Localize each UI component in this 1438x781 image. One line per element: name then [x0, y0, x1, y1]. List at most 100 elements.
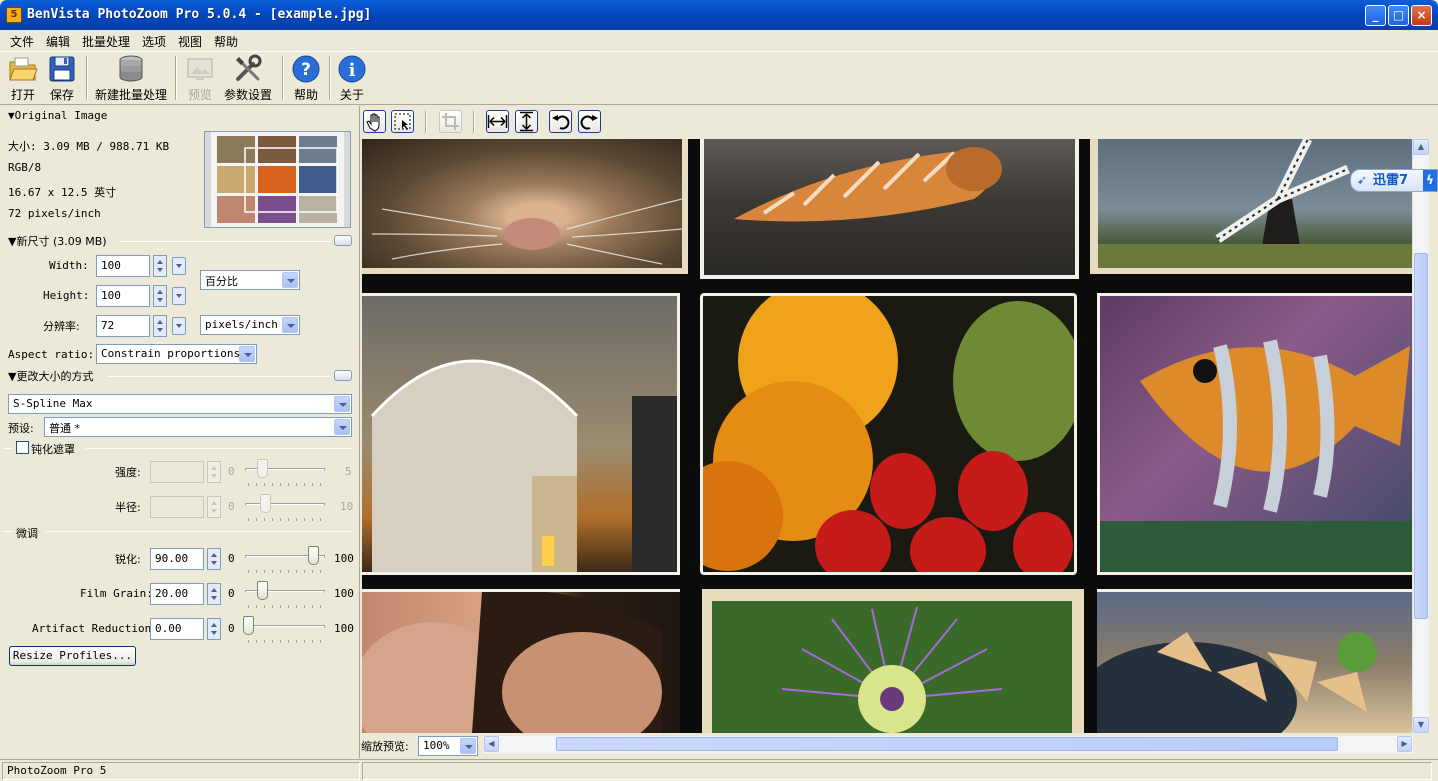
- settings-panel: ▼Original Image 大小: 3.09 MB / 988.71 KB …: [0, 106, 360, 758]
- chevron-down-icon: [282, 317, 298, 333]
- radius-slider-thumb[interactable]: [260, 494, 271, 513]
- width-spinner[interactable]: [153, 255, 167, 277]
- new-size-collapse-button[interactable]: [334, 235, 352, 246]
- view-toolbar: [361, 106, 1438, 138]
- scroll-up-button[interactable]: ▲: [1413, 139, 1429, 155]
- film-grain-slider-thumb[interactable]: [257, 581, 268, 600]
- resolution-spinner[interactable]: [153, 315, 167, 337]
- height-input[interactable]: 100: [96, 285, 150, 307]
- strength-slider-thumb[interactable]: [257, 459, 268, 478]
- slider-ticks: [248, 605, 324, 608]
- width-input[interactable]: 100: [96, 255, 150, 277]
- menu-options[interactable]: 选项: [142, 33, 166, 50]
- zoom-select[interactable]: 100%: [418, 736, 478, 756]
- observatory-shape: [370, 359, 677, 572]
- height-spinner[interactable]: [153, 285, 167, 307]
- artifact-reduction-input[interactable]: 0.00: [150, 618, 204, 640]
- resize-method-collapse-button[interactable]: [334, 370, 352, 381]
- slider-ticks: [248, 483, 324, 486]
- slider-ticks: [248, 518, 324, 521]
- height-menu-button[interactable]: [172, 287, 186, 305]
- food-shape: [1097, 632, 1377, 733]
- rotate-left-button[interactable]: [549, 110, 572, 133]
- sharpen-input[interactable]: 90.00: [150, 548, 204, 570]
- question-icon: ?: [292, 55, 320, 83]
- preset-select[interactable]: 普通 *: [44, 417, 352, 437]
- vertical-scroll-thumb[interactable]: [1414, 253, 1428, 619]
- width-menu-button[interactable]: [172, 257, 186, 275]
- scroll-down-button[interactable]: ▼: [1413, 717, 1429, 733]
- image-preview-canvas[interactable]: [362, 139, 1412, 733]
- strength-input[interactable]: [150, 461, 204, 483]
- radius-min: 0: [228, 500, 235, 513]
- marquee-tool-button[interactable]: [391, 110, 414, 133]
- artifact-reduction-label: Artifact Reduction:: [32, 622, 158, 635]
- artifact-reduction-slider-thumb[interactable]: [243, 616, 254, 635]
- menu-file[interactable]: 文件: [10, 33, 34, 50]
- open-button[interactable]: 打开: [6, 54, 40, 102]
- unsharp-mask-checkbox[interactable]: [16, 441, 29, 454]
- about-button[interactable]: i 关于: [336, 54, 368, 102]
- crop-tool-button[interactable]: [439, 110, 462, 133]
- sharpen-slider-thumb[interactable]: [308, 546, 319, 565]
- sharpen-spinner[interactable]: [207, 548, 221, 570]
- database-icon: [119, 55, 143, 82]
- resize-method-select[interactable]: S-Spline Max: [8, 394, 352, 414]
- rotate-left-icon: [552, 115, 570, 130]
- scroll-left-button[interactable]: ◀: [484, 736, 499, 752]
- windmill-shape: [1098, 139, 1412, 268]
- resolution-input[interactable]: 72: [96, 315, 150, 337]
- windmill-photo: [1090, 139, 1412, 274]
- new-size-header[interactable]: ▼新尺寸 (3.09 MB): [8, 233, 107, 249]
- divider: [45, 531, 352, 532]
- resolution-unit-select[interactable]: pixels/inch: [200, 315, 300, 335]
- menu-batch[interactable]: 批量处理: [82, 33, 130, 50]
- size-unit-select[interactable]: 百分比: [200, 270, 300, 290]
- resize-method-header[interactable]: ▼更改大小的方式: [8, 368, 93, 384]
- aspect-ratio-select[interactable]: Constrain proportions: [96, 344, 257, 364]
- rotate-right-button[interactable]: [578, 110, 601, 133]
- artifact-reduction-slider-track[interactable]: [245, 625, 325, 628]
- horizontal-scrollbar[interactable]: ◀ ▶: [484, 736, 1413, 753]
- artifact-reduction-spinner[interactable]: [207, 618, 221, 640]
- passionflower-photo: [702, 589, 1084, 733]
- fish-photo: [1097, 293, 1412, 575]
- resize-profiles-button[interactable]: Resize Profiles...: [9, 646, 136, 666]
- sharpen-max: 100: [334, 552, 354, 565]
- menu-view[interactable]: 视图: [178, 33, 202, 50]
- save-button[interactable]: 保存: [46, 54, 78, 102]
- resolution-menu-button[interactable]: [172, 317, 186, 335]
- film-grain-input[interactable]: 20.00: [150, 583, 204, 605]
- help-button[interactable]: ? 帮助: [290, 54, 322, 102]
- close-button[interactable]: ×: [1411, 5, 1432, 26]
- strength-max: 5: [345, 465, 352, 478]
- vertical-scrollbar[interactable]: ▲ ▼: [1412, 139, 1429, 733]
- original-image-header[interactable]: ▼Original Image: [8, 109, 107, 122]
- divider: [108, 376, 330, 377]
- hand-tool-button[interactable]: [363, 110, 386, 133]
- resolution-label: 分辨率:: [43, 320, 80, 333]
- artifact-reduction-max: 100: [334, 622, 354, 635]
- strength-spinner[interactable]: [207, 461, 221, 483]
- flip-horizontal-button[interactable]: [486, 110, 509, 133]
- minimize-button[interactable]: _: [1365, 5, 1386, 26]
- menu-edit[interactable]: 编辑: [46, 33, 70, 50]
- fish-shape: [1100, 339, 1412, 572]
- scroll-right-button[interactable]: ▶: [1397, 736, 1412, 752]
- radius-input[interactable]: [150, 496, 204, 518]
- maximize-button[interactable]: □: [1388, 5, 1409, 26]
- radius-spinner[interactable]: [207, 496, 221, 518]
- horizontal-arrows-icon: [487, 115, 508, 128]
- menu-help[interactable]: 帮助: [214, 33, 238, 50]
- navigator-thumbnail[interactable]: [204, 131, 351, 228]
- preview-button[interactable]: 预览: [184, 54, 216, 102]
- film-grain-spinner[interactable]: [207, 583, 221, 605]
- settings-button[interactable]: 参数设置: [222, 54, 274, 102]
- flip-vertical-button[interactable]: [515, 110, 538, 133]
- original-mode: RGB/8: [8, 161, 42, 174]
- xunlei-badge[interactable]: ➹ 迅雷7 ϟ: [1350, 169, 1438, 192]
- horizontal-scroll-thumb[interactable]: [556, 737, 1338, 751]
- artifact-reduction-min: 0: [228, 622, 235, 635]
- new-batch-button[interactable]: 新建批量处理: [93, 54, 169, 102]
- radius-slider-track[interactable]: [245, 503, 325, 506]
